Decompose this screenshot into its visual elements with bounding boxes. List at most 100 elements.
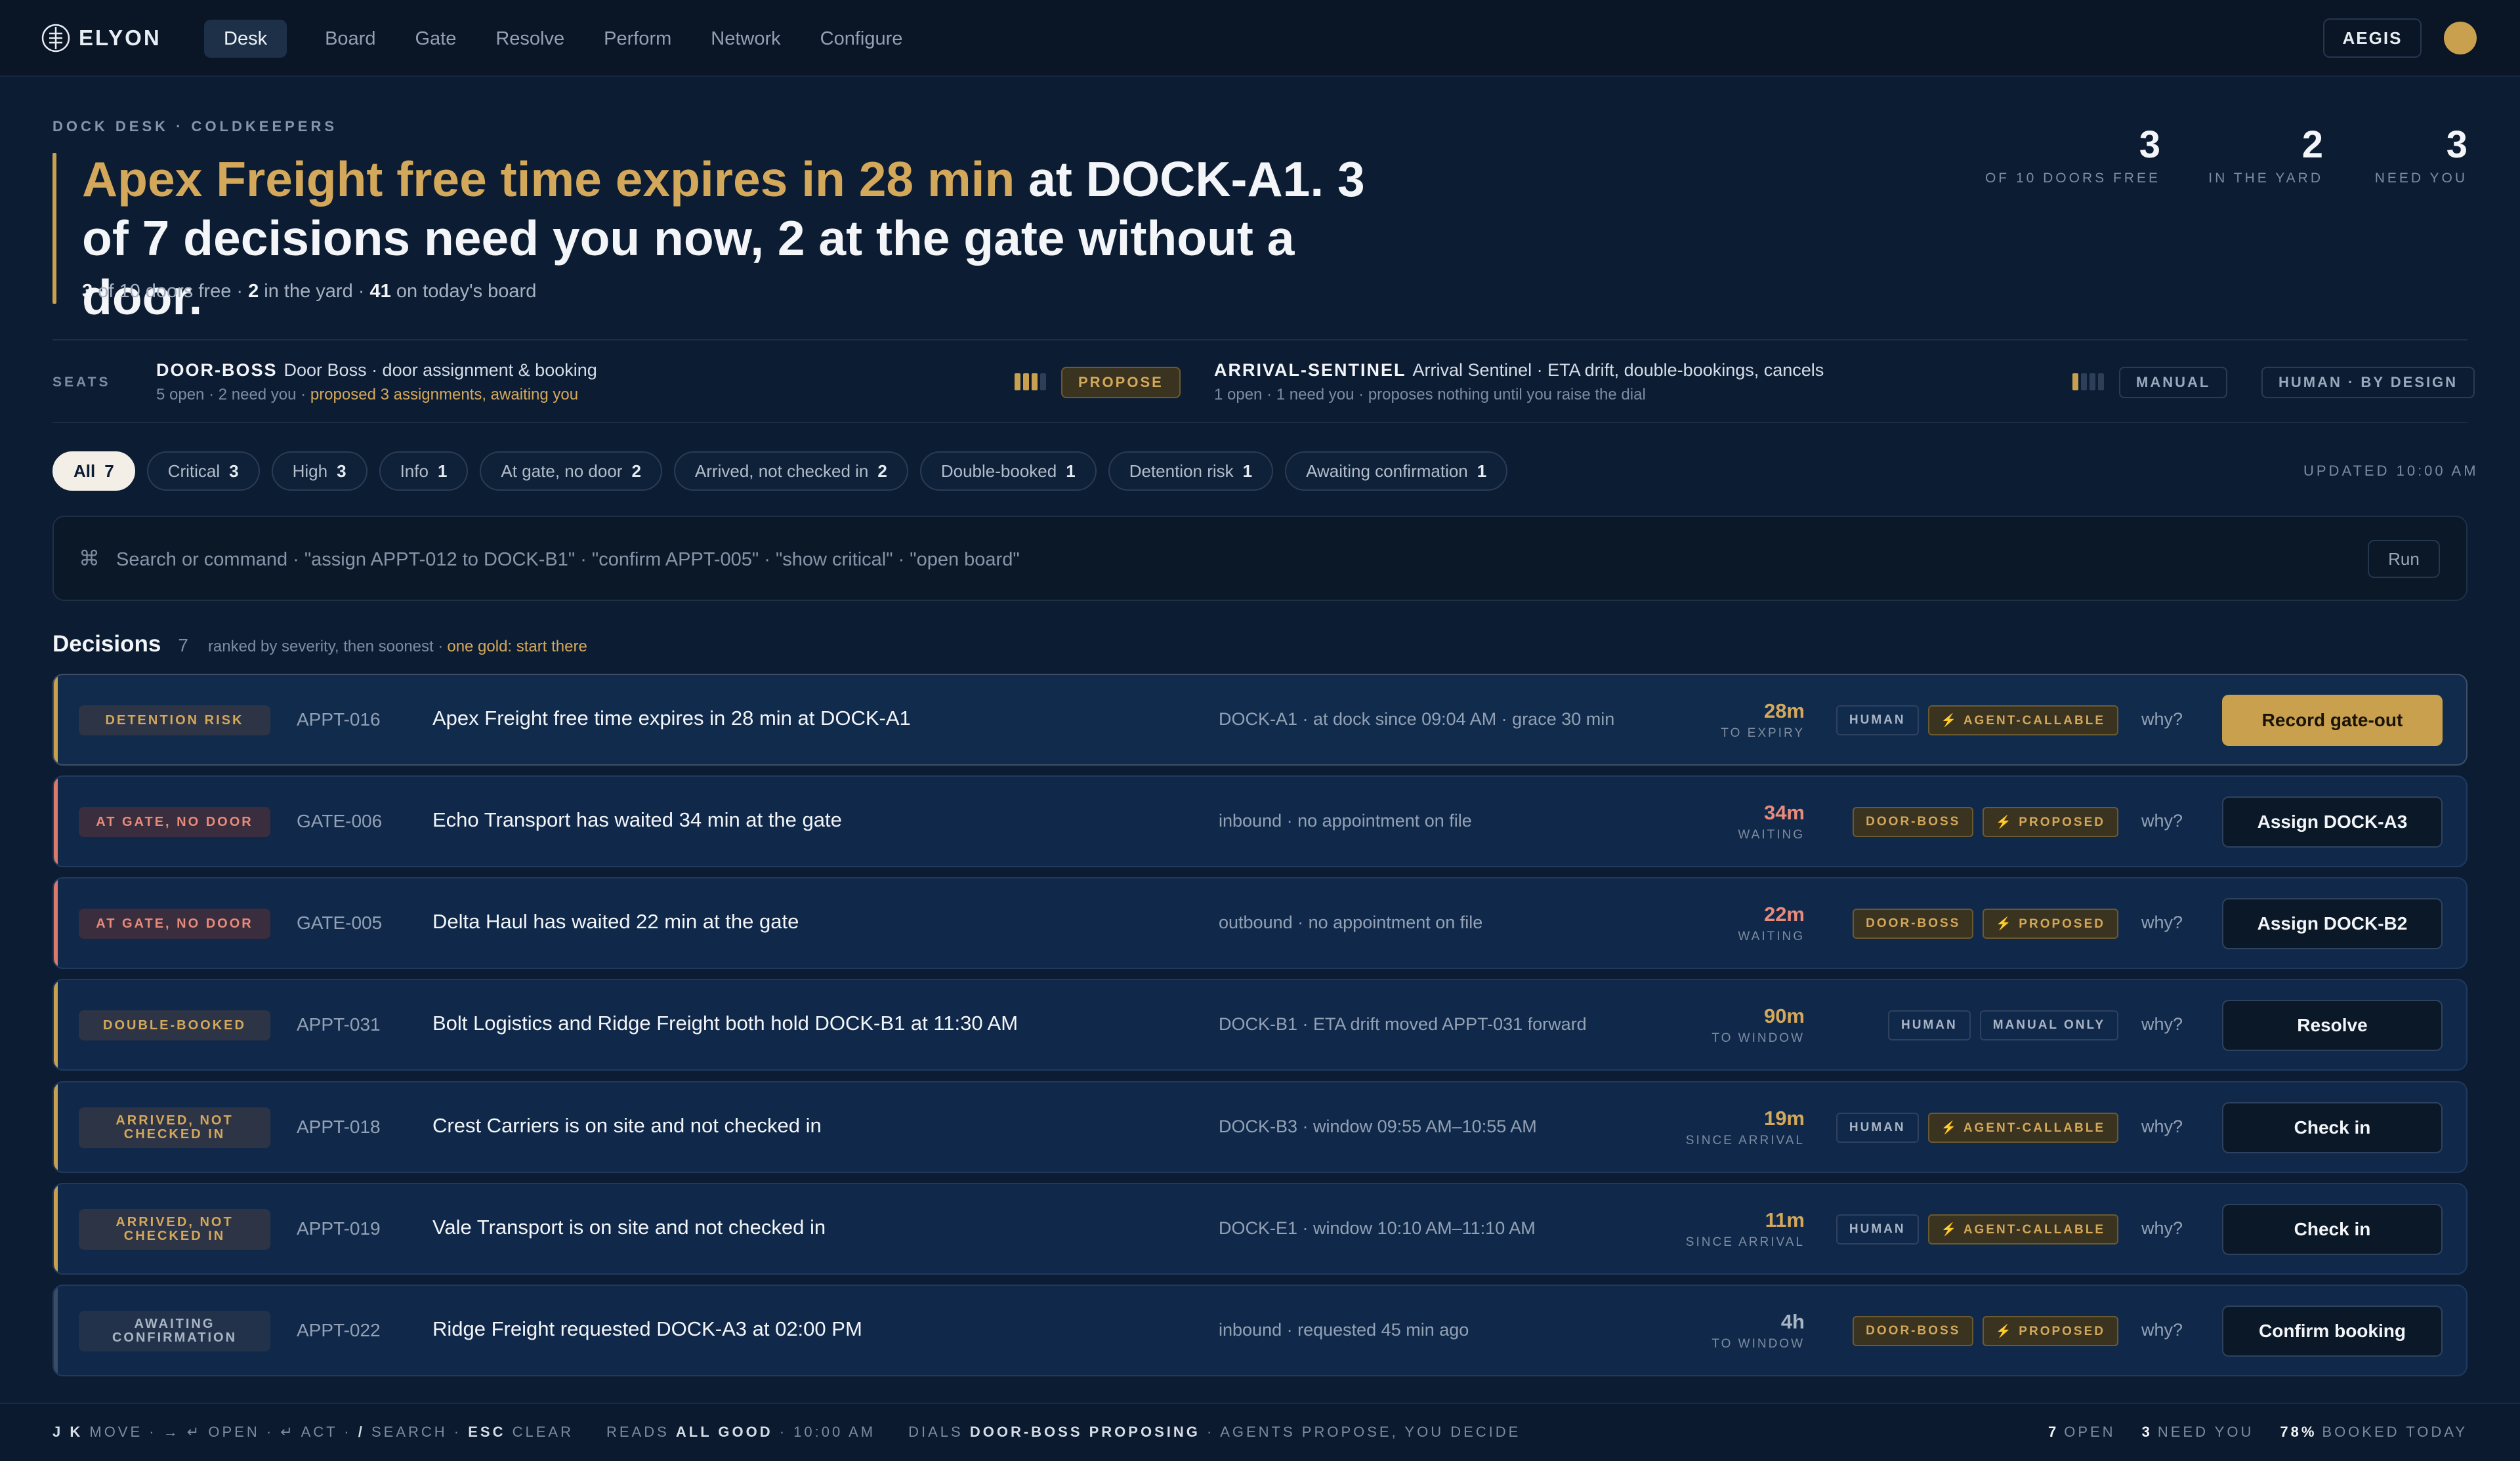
seat-code: DOOR-BOSS (156, 360, 278, 380)
nav-gate[interactable]: Gate (395, 20, 476, 58)
summary-free-text: of 10 doors free · (93, 281, 249, 302)
search-input[interactable] (116, 537, 2347, 583)
filter-arrived[interactable]: Arrived, not checked in 2 (673, 451, 908, 491)
resolve-button[interactable]: Resolve (2222, 1000, 2443, 1051)
why-link[interactable]: why? (2141, 709, 2183, 730)
why-link[interactable]: why? (2141, 1218, 2183, 1239)
footer-need-count: 3 (2141, 1424, 2152, 1440)
dial-arrival-sentinel[interactable] (2072, 373, 2104, 390)
hint-text: CLEAR (505, 1424, 574, 1440)
filter-all[interactable]: All 7 (52, 451, 135, 491)
seat-status: 1 open · 1 need you · proposes nothing u… (1214, 386, 1824, 404)
severity-accent (54, 777, 58, 866)
filter-awaiting-confirmation[interactable]: Awaiting confirmation 1 (1285, 451, 1508, 491)
row-timer: 34m WAITING (1738, 802, 1805, 842)
row-id: APPT-031 (297, 1014, 381, 1035)
check-in-button[interactable]: Check in (2222, 1102, 2443, 1153)
status-tag: ARRIVED, NOT CHECKED IN (79, 1107, 270, 1148)
seat-status-highlight: proposed 3 assignments, awaiting you (310, 386, 579, 403)
decision-row[interactable]: AWAITING CONFIRMATION APPT-022 Ridge Fre… (52, 1285, 2468, 1376)
summary-board-text: on today's board (390, 281, 537, 302)
filter-info[interactable]: Info 1 (379, 451, 469, 491)
decision-row[interactable]: AT GATE, NO DOOR GATE-005 Delta Haul has… (52, 877, 2468, 969)
why-link[interactable]: why? (2141, 811, 2183, 831)
row-badges: HUMAN ⚡ AGENT-CALLABLE (1836, 1214, 2118, 1246)
stat-doors-free: 3 OF 10 DOORS FREE (1985, 125, 2160, 186)
why-link[interactable]: why? (2141, 1117, 2183, 1137)
mode-manual-badge[interactable]: MANUAL (2119, 367, 2228, 398)
severity-accent (54, 878, 58, 968)
why-link[interactable]: why? (2141, 1014, 2183, 1035)
headline-summary: 3 of 10 doors free · 2 in the yard · 41 … (82, 281, 536, 302)
nav-network[interactable]: Network (691, 20, 800, 58)
footer-open-count: 7 (2048, 1424, 2059, 1440)
proposed-badge: ⚡ PROPOSED (1983, 909, 2118, 939)
command-icon: ⌘ (79, 546, 100, 570)
decision-row[interactable]: ARRIVED, NOT CHECKED IN APPT-019 Vale Tr… (52, 1183, 2468, 1275)
summary-yard: 2 (248, 281, 259, 302)
chip-label: Awaiting confirmation (1306, 461, 1468, 481)
human-by-design-badge: HUMAN · BY DESIGN (2261, 367, 2475, 398)
reads-status: ALL GOOD (675, 1424, 773, 1440)
seat-door-boss[interactable]: DOOR-BOSS Door Boss · door assignment & b… (156, 360, 597, 404)
dial-step (1032, 373, 1038, 390)
mode-propose-badge[interactable]: PROPOSE (1061, 367, 1181, 398)
filter-detention-risk[interactable]: Detention risk 1 (1108, 451, 1274, 491)
nav-configure[interactable]: Configure (801, 20, 923, 58)
decision-row[interactable]: AT GATE, NO DOOR GATE-006 Echo Transport… (52, 775, 2468, 867)
row-title: Ridge Freight requested DOCK-A3 at 02:00… (432, 1317, 862, 1340)
dials-label: DIALS (908, 1424, 970, 1440)
row-timer: 28m TO EXPIRY (1721, 700, 1805, 741)
logo[interactable]: ELYON (41, 22, 161, 54)
seat-arrival-sentinel[interactable]: ARRIVAL-SENTINEL Arrival Sentinel · ETA d… (1214, 360, 1824, 404)
row-title: Bolt Logistics and Ridge Freight both ho… (432, 1012, 1018, 1035)
agent-callable-badge: ⚡ AGENT-CALLABLE (1927, 705, 2118, 735)
severity-accent (54, 675, 58, 764)
decisions-header: Decisions 7 ranked by severity, then soo… (52, 631, 587, 660)
human-badge: HUMAN (1836, 705, 1919, 735)
row-id: APPT-018 (297, 1117, 381, 1137)
chip-label: At gate, no door (501, 461, 623, 481)
why-link[interactable]: why? (2141, 913, 2183, 933)
status-tag: AT GATE, NO DOOR (79, 909, 270, 939)
dials-text: · AGENTS PROPOSE, YOU DECIDE (1200, 1424, 1521, 1440)
filter-double-booked[interactable]: Double-booked 1 (919, 451, 1097, 491)
filter-at-gate[interactable]: At gate, no door 2 (480, 451, 662, 491)
nav-resolve[interactable]: Resolve (476, 20, 584, 58)
filter-high[interactable]: High 3 (271, 451, 368, 491)
confirm-booking-button[interactable]: Confirm booking (2222, 1306, 2443, 1357)
aegis-button[interactable]: AEGIS (2323, 18, 2422, 58)
chip-label: Info (400, 461, 429, 481)
reads-label: READS (606, 1424, 676, 1440)
door-boss-badge: DOOR-BOSS (1853, 807, 1974, 837)
stat-label: NEED YOU (2374, 171, 2468, 186)
summary-yard-text: in the yard · (259, 281, 370, 302)
assign-dock-button[interactable]: Assign DOCK-A3 (2222, 796, 2443, 848)
avatar[interactable] (2444, 22, 2477, 54)
stat-value: 2 (2301, 123, 2323, 166)
run-button[interactable]: Run (2368, 540, 2440, 578)
assign-dock-button[interactable]: Assign DOCK-B2 (2222, 898, 2443, 949)
decision-row[interactable]: ARRIVED, NOT CHECKED IN APPT-018 Crest C… (52, 1081, 2468, 1173)
nav-board[interactable]: Board (305, 20, 395, 58)
nav-desk[interactable]: Desk (204, 20, 287, 58)
dial-door-boss[interactable] (1015, 373, 1046, 390)
row-timer: 22m WAITING (1738, 903, 1805, 944)
row-timer: 19m SINCE ARRIVAL (1686, 1107, 1805, 1148)
seat-title: ARRIVAL-SENTINEL Arrival Sentinel · ETA d… (1214, 360, 1824, 381)
stat-value: 3 (2446, 123, 2468, 166)
timer-value: 11m (1765, 1208, 1805, 1231)
chip-count: 2 (877, 461, 887, 481)
check-in-button[interactable]: Check in (2222, 1204, 2443, 1255)
footer-booked-value: 78% (2280, 1424, 2317, 1440)
note-highlight: one gold: start there (447, 638, 587, 655)
why-link[interactable]: why? (2141, 1320, 2183, 1340)
chip-label: All (74, 461, 96, 481)
decision-row[interactable]: DOUBLE-BOOKED APPT-031 Bolt Logistics an… (52, 979, 2468, 1071)
record-gate-out-button[interactable]: Record gate-out (2222, 695, 2443, 746)
agent-callable-badge: ⚡ AGENT-CALLABLE (1927, 1113, 2118, 1143)
filter-critical[interactable]: Critical 3 (146, 451, 260, 491)
chip-count: 7 (104, 461, 114, 481)
nav-perform[interactable]: Perform (584, 20, 691, 58)
decision-row[interactable]: DETENTION RISK APPT-016 Apex Freight fre… (52, 674, 2468, 766)
